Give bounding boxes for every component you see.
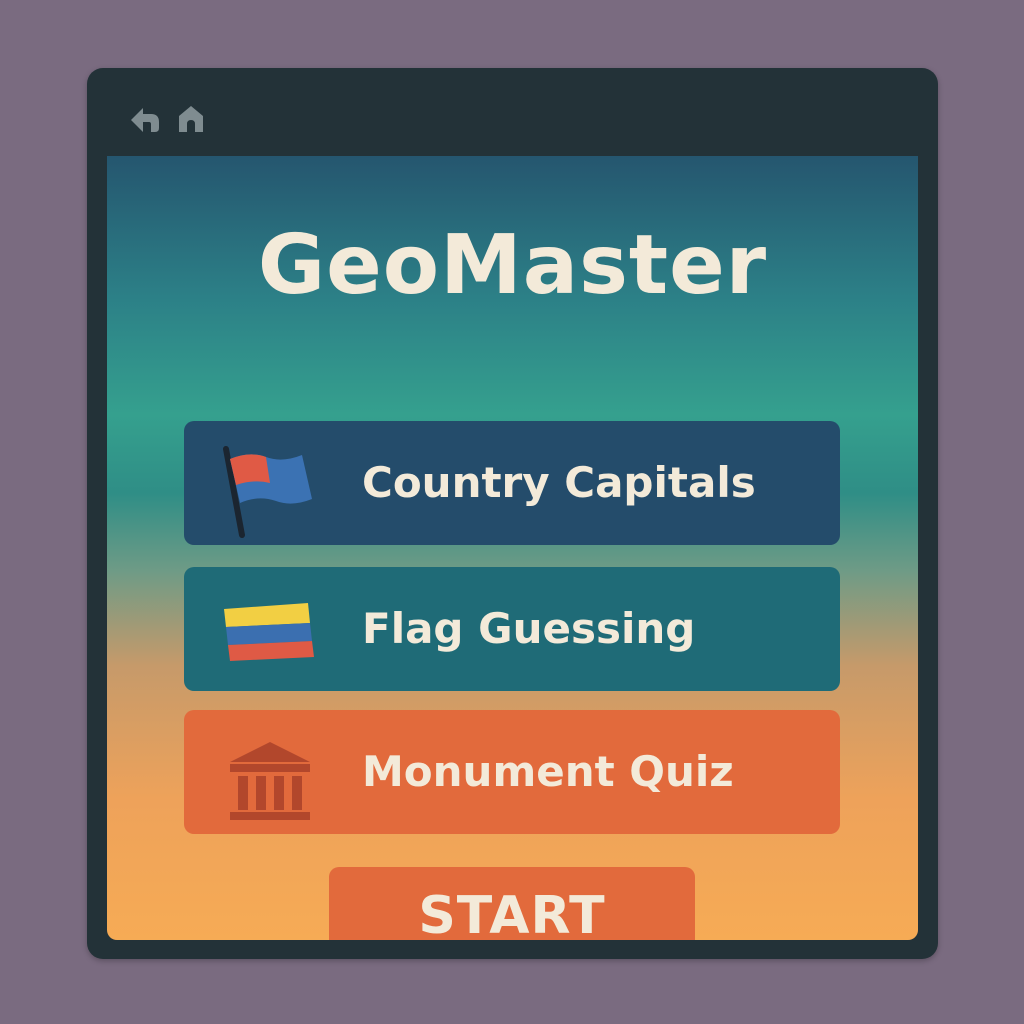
- home-icon[interactable]: [175, 100, 211, 140]
- mode-label-monument-quiz: Monument Quiz: [362, 747, 734, 796]
- window-toolbar: [87, 68, 938, 156]
- mode-button-country-capitals[interactable]: Country Capitals: [184, 421, 840, 545]
- tricolor-flag-icon: [216, 589, 326, 689]
- monument-icon: [216, 732, 326, 832]
- mode-button-flag-guessing[interactable]: Flag Guessing: [184, 567, 840, 691]
- mode-label-country-capitals: Country Capitals: [362, 458, 756, 507]
- start-button[interactable]: START: [329, 867, 695, 940]
- back-arrow-icon[interactable]: [127, 100, 163, 140]
- app-title: GeoMaster: [257, 218, 768, 313]
- game-screen: GeoMaster Country Capitals Flag Guessing: [107, 156, 918, 940]
- flag-icon: [216, 443, 326, 543]
- mode-button-monument-quiz[interactable]: Monument Quiz: [184, 710, 840, 834]
- mode-label-flag-guessing: Flag Guessing: [362, 604, 696, 653]
- app-window: GeoMaster Country Capitals Flag Guessing: [87, 68, 938, 959]
